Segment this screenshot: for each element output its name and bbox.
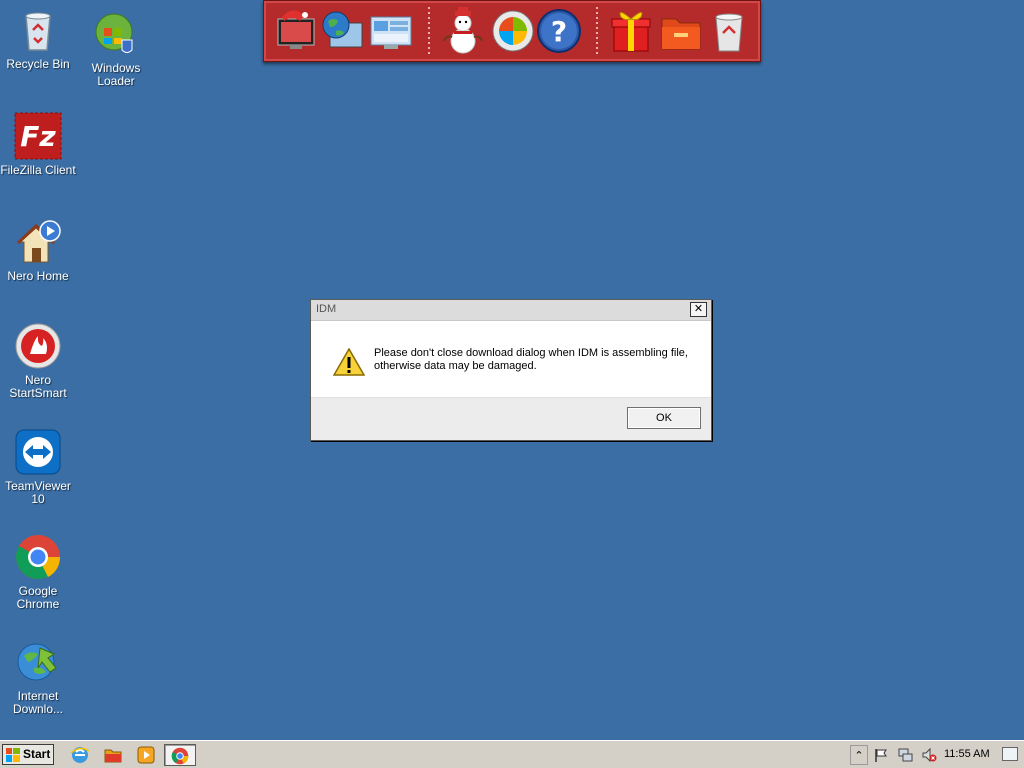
desktop-icon-recycle-bin[interactable]: Recycle Bin [0,6,76,71]
desktop-icon-nero-home[interactable]: Nero Home [0,218,76,283]
desktop-icon-label: Google Chrome [16,584,60,611]
desktop-icon-teamviewer[interactable]: TeamViewer 10 [0,428,76,506]
start-label: Start [23,747,51,761]
desktop-icon-label: Nero Home [7,269,69,283]
idm-icon [14,638,62,686]
network-icon[interactable] [896,745,914,765]
taskbar-clock[interactable]: 11:55 AM [944,748,990,760]
desktop-icon-label: StartSmart [9,386,67,400]
help-icon[interactable]: ? [536,7,582,55]
svg-text:?: ? [551,15,567,48]
dialog-title: IDM [316,303,337,315]
windows-flag-icon [6,748,20,762]
taskbar-chrome-button[interactable] [164,744,196,766]
filezilla-icon: Fz [14,112,62,160]
idm-warning-dialog: IDM ✕ Please don't close download dialog… [310,299,712,441]
folder-icon[interactable] [658,7,704,55]
windows-loader-icon [92,10,140,58]
globe-monitor-icon[interactable] [320,7,366,55]
desktop-icon-google-chrome[interactable]: Google Chrome [0,533,76,611]
christmas-monitor-icon[interactable] [274,7,320,55]
desktop-icon-label: Loader [97,74,135,88]
action-center-flag-icon[interactable] [872,745,890,765]
ie-icon[interactable] [70,745,90,765]
taskbar: Start ⌃ 11:55 AM [0,740,1024,768]
desktop-icon-internet-download-manager[interactable]: Internet Downlo... [0,638,76,716]
windows-logo-icon[interactable] [490,7,536,55]
recycle-bin-icon [14,6,62,54]
nero-home-icon [14,218,62,266]
chrome-icon [171,747,189,768]
dialog-body: Please don't close download dialog when … [311,321,711,399]
ok-button[interactable]: OK [627,407,701,429]
desktop-icon-filezilla[interactable]: Fz FileZilla Client [0,112,76,177]
desktop-icon-label: Recycle Bin [6,57,70,71]
volume-muted-icon[interactable] [920,745,938,765]
media-player-icon[interactable] [136,745,156,765]
dialog-footer: OK [311,397,711,440]
explorer-icon[interactable] [103,745,123,765]
show-desktop-button[interactable] [1002,747,1018,761]
warning-icon [332,347,366,376]
dialog-message: Please don't close download dialog when … [374,347,704,373]
launch-toolbar: ? [263,0,761,62]
chrome-icon [14,533,62,581]
desktop-icon-windows-loader[interactable]: Windows Loader [78,10,154,88]
desktop-icon-label: TeamViewer 10 [5,479,71,506]
svg-text:Fz: Fz [20,120,56,153]
close-button[interactable]: ✕ [690,302,707,317]
teamviewer-icon [14,428,62,476]
desktop-icon-label: Downlo... [12,702,64,716]
toolbar-separator [428,7,430,55]
toolbar-separator [596,7,598,55]
start-button[interactable]: Start [2,744,54,765]
dialog-titlebar[interactable]: IDM ✕ [311,300,711,321]
dialog-message-line: otherwise data may be damaged. [374,360,537,372]
desktop-icon-label: FileZilla Client [0,163,76,177]
control-panel-icon[interactable] [368,7,414,55]
snowman-icon[interactable] [440,7,486,55]
show-hidden-icons-button[interactable]: ⌃ [850,745,868,765]
gift-icon[interactable] [608,7,654,55]
nero-startsmart-icon [14,322,62,370]
desktop-icon-nero-startsmart[interactable]: Nero StartSmart [0,322,76,400]
dialog-message-line: Please don't close download dialog when … [374,347,688,359]
trash-icon[interactable] [706,7,752,55]
